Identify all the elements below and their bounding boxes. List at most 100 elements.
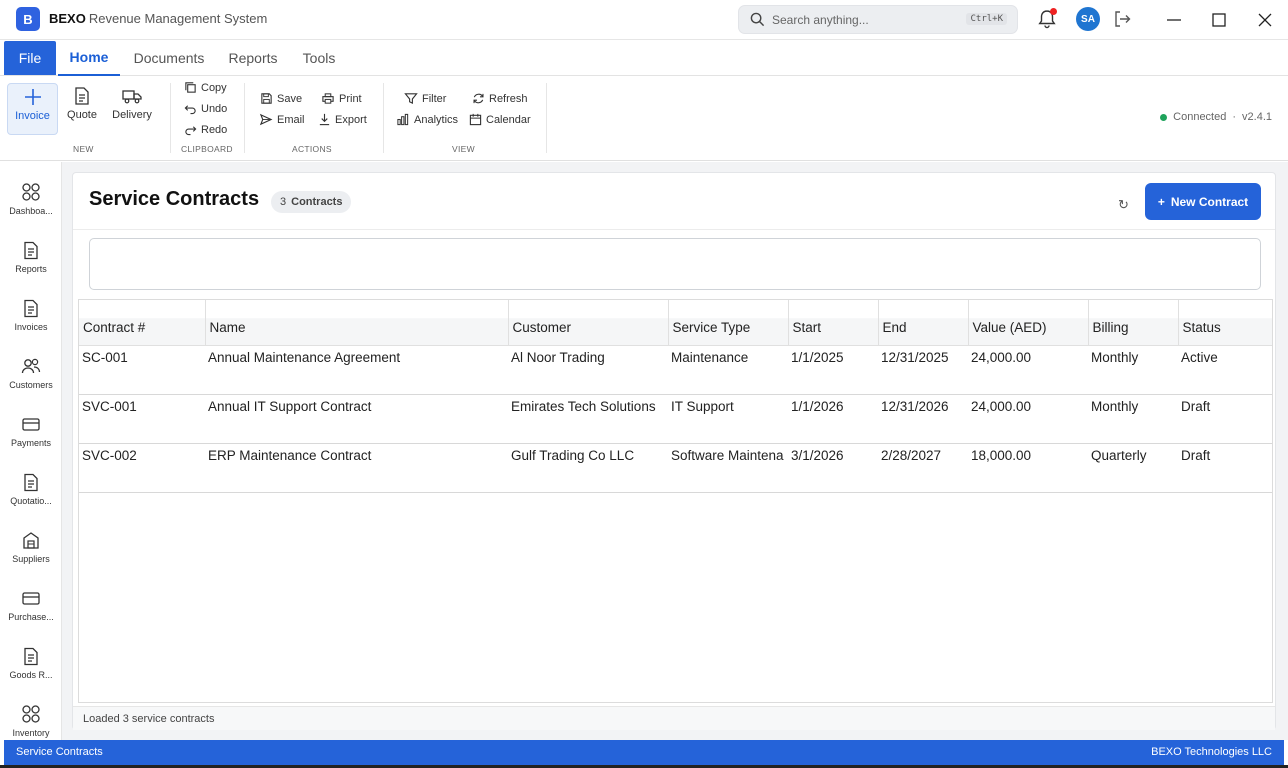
refresh-button[interactable]: Refresh	[472, 92, 528, 105]
app-window: B BEXO Revenue Management System Search a…	[0, 0, 1288, 768]
file-menu[interactable]: File	[4, 41, 56, 75]
dashboard-icon	[21, 700, 41, 728]
column-header[interactable]: Service Type	[668, 300, 789, 346]
new-quote-button[interactable]: Quote	[60, 83, 104, 135]
warehouse-icon	[22, 526, 40, 554]
sidebar-item-label: Quotatio...	[10, 496, 52, 506]
brand-name: BEXO	[49, 11, 86, 26]
ribbon-separator	[546, 83, 547, 153]
column-header[interactable]: Value (AED)	[968, 300, 1089, 346]
document-icon	[23, 642, 39, 670]
sidebar-item-quotations[interactable]: Quotatio...	[0, 468, 62, 518]
sidebar-item-customers[interactable]: Customers	[0, 352, 62, 402]
search-placeholder: Search anything...	[772, 13, 869, 27]
new-contract-button[interactable]: + New Contract	[1145, 183, 1261, 220]
table-cell: SC-001	[79, 345, 205, 395]
analytics-label: Analytics	[414, 113, 459, 126]
sidebar-item-purchase[interactable]: Purchase...	[0, 584, 62, 634]
reload-button[interactable]: ↻	[1118, 197, 1129, 213]
redo-button[interactable]: Redo	[184, 123, 227, 136]
calendar-icon	[469, 113, 482, 126]
new-delivery-button[interactable]: Delivery	[108, 83, 156, 135]
tab-home[interactable]: Home	[58, 40, 120, 76]
sidebar-item-label: Suppliers	[12, 554, 50, 564]
email-button[interactable]: Email	[259, 113, 305, 126]
menu-bar: File Home Documents Reports Tools	[0, 40, 1288, 76]
contracts-table: Contract # Name Customer Service Type St…	[79, 300, 1272, 493]
table-cell: 1/1/2025	[788, 345, 878, 395]
table-row[interactable]: SVC-002 ERP Maintenance Contract Gulf Tr…	[79, 443, 1272, 493]
analytics-button[interactable]: Analytics	[396, 113, 458, 126]
table-cell: Emirates Tech Solutions	[508, 394, 668, 444]
column-header[interactable]: Start	[788, 300, 879, 346]
save-icon	[261, 93, 272, 104]
column-header[interactable]: Status	[1178, 300, 1272, 346]
logout-icon	[1115, 11, 1131, 27]
undo-icon	[184, 105, 196, 115]
tab-reports[interactable]: Reports	[220, 40, 286, 75]
group-view-label: VIEW	[452, 144, 475, 154]
card-icon	[21, 584, 41, 612]
sidebar-item-reports[interactable]: Reports	[0, 236, 62, 286]
table-cell: Al Noor Trading	[508, 345, 668, 395]
logout-button[interactable]	[1112, 9, 1132, 34]
save-button[interactable]: Save	[260, 92, 302, 105]
dashboard-icon	[21, 178, 41, 206]
ribbon-separator	[244, 83, 245, 153]
table-cell: 12/31/2026	[878, 394, 968, 444]
tab-documents[interactable]: Documents	[126, 40, 212, 75]
sidebar-item-label: Dashboa...	[9, 206, 53, 216]
print-button[interactable]: Print	[321, 92, 362, 105]
column-header[interactable]: Billing	[1088, 300, 1179, 346]
redo-label: Redo	[201, 123, 228, 136]
column-header[interactable]: End	[878, 300, 969, 346]
redo-icon	[185, 126, 197, 136]
status-bar-right: BEXO Technologies LLC	[1151, 746, 1272, 758]
copy-label: Copy	[201, 81, 227, 94]
calendar-label: Calendar	[486, 113, 531, 126]
undo-button[interactable]: Undo	[184, 102, 227, 115]
invoice-label: Invoice	[15, 110, 50, 122]
header-divider	[73, 229, 1275, 230]
sidebar-item-label: Inventory	[12, 728, 50, 738]
table-row[interactable]: SC-001 Annual Maintenance Agreement Al N…	[79, 345, 1272, 395]
delivery-label: Delivery	[112, 109, 152, 121]
sidebar-item-dashboard[interactable]: Dashboa...	[0, 178, 62, 228]
table-cell: Gulf Trading Co LLC	[508, 443, 668, 493]
search-box[interactable]: Search anything... Ctrl+K	[738, 5, 1018, 34]
status-bar: Service Contracts BEXO Technologies LLC	[4, 740, 1284, 765]
filter-button[interactable]: Filter	[404, 92, 446, 105]
column-header[interactable]: Customer	[508, 300, 669, 346]
table-cell: 24,000.00	[968, 394, 1088, 444]
minimize-button[interactable]	[1164, 10, 1184, 30]
sidebar-item-label: Invoices	[14, 322, 48, 332]
notifications-button[interactable]	[1036, 8, 1058, 30]
tab-tools[interactable]: Tools	[294, 40, 344, 75]
sidebar-item-goods-received[interactable]: Goods R...	[0, 642, 62, 692]
table-row[interactable]: SVC-001 Annual IT Support Contract Emira…	[79, 394, 1272, 444]
table-cell: Annual Maintenance Agreement	[205, 345, 508, 395]
save-label: Save	[277, 92, 303, 105]
column-header[interactable]: Contract #	[79, 300, 206, 346]
search-icon	[750, 12, 765, 27]
sidebar-item-payments[interactable]: Payments	[0, 410, 62, 460]
load-status: Loaded 3 service contracts	[83, 713, 215, 725]
copy-button[interactable]: Copy	[184, 81, 227, 94]
table-cell: Monthly	[1088, 345, 1178, 395]
calendar-button[interactable]: Calendar	[469, 113, 531, 126]
title-bar: B BEXO Revenue Management System Search a…	[0, 0, 1288, 40]
refresh-label: Refresh	[489, 92, 528, 105]
filter-input[interactable]	[89, 238, 1261, 290]
app-subtitle: Revenue Management System	[88, 11, 268, 26]
column-header[interactable]: Name	[205, 300, 509, 346]
group-new-label: NEW	[73, 144, 94, 154]
sidebar-item-invoices[interactable]: Invoices	[0, 294, 62, 344]
user-avatar[interactable]: SA	[1076, 7, 1100, 31]
download-icon	[319, 113, 330, 126]
print-label: Print	[339, 92, 362, 105]
close-button[interactable]	[1255, 10, 1275, 30]
export-button[interactable]: Export	[318, 113, 367, 126]
sidebar-item-suppliers[interactable]: Suppliers	[0, 526, 62, 576]
maximize-button[interactable]	[1209, 10, 1229, 30]
new-invoice-button[interactable]: Invoice	[7, 83, 58, 135]
